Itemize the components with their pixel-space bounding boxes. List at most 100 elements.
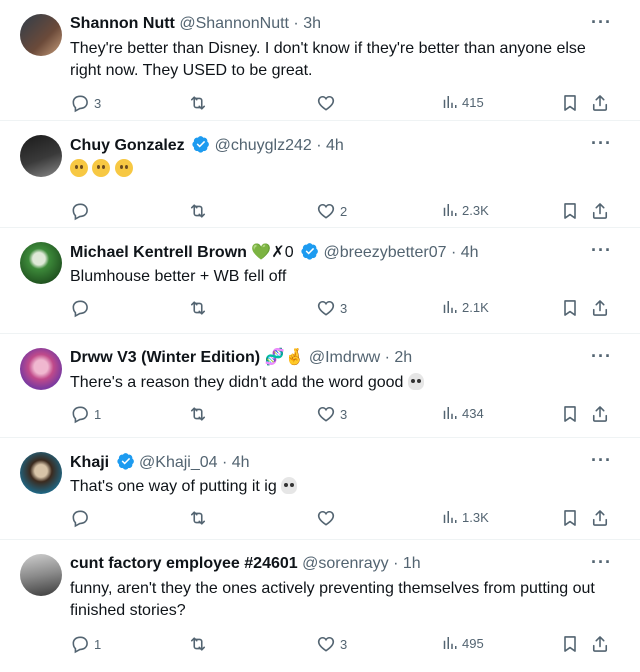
views-button[interactable]: 2.1K xyxy=(440,298,489,316)
views-icon xyxy=(440,404,458,422)
reply-icon xyxy=(70,93,90,113)
more-options-icon[interactable]: ··· xyxy=(591,241,612,259)
avatar[interactable] xyxy=(20,14,62,56)
more-options-icon[interactable]: ··· xyxy=(591,553,612,571)
bookmark-button[interactable] xyxy=(560,404,580,424)
tweet-header: Drww V3 (Winter Edition) 🧬🤞 @Imdrww · 2h xyxy=(70,348,590,368)
tweet-text-content: That's one way of putting it ig xyxy=(70,478,277,495)
display-name[interactable]: Michael Kentrell Brown xyxy=(70,244,247,261)
tweet[interactable]: Chuy Gonzalez @chuyglz242 · 4h ··· 2 2.3… xyxy=(0,121,640,228)
views-button[interactable]: 495 xyxy=(440,634,484,652)
tweet[interactable]: Khaji @Khaji_04 · 4h ··· That's one way … xyxy=(0,438,640,540)
share-button[interactable] xyxy=(590,404,610,424)
reply-button[interactable]: 1 xyxy=(70,634,101,654)
like-button[interactable]: 2 xyxy=(316,201,347,221)
retweet-button[interactable] xyxy=(188,298,208,318)
bookmark-button[interactable] xyxy=(560,634,580,654)
retweet-button[interactable] xyxy=(188,201,208,221)
reply-button[interactable] xyxy=(70,298,90,318)
display-name[interactable]: Shannon Nutt xyxy=(70,15,175,32)
share-button[interactable] xyxy=(590,634,610,654)
views-button[interactable]: 1.3K xyxy=(440,508,489,526)
handle-time[interactable]: @Imdrww · 2h xyxy=(309,349,412,366)
avatar[interactable] xyxy=(20,242,62,284)
tweet-header: Khaji @Khaji_04 · 4h xyxy=(70,452,590,473)
tweet[interactable]: cunt factory employee #24601 @sorenrayy … xyxy=(0,540,640,672)
tweet-header: Shannon Nutt @ShannonNutt · 3h xyxy=(70,14,590,34)
views-count: 495 xyxy=(462,635,484,651)
share-icon xyxy=(590,508,610,528)
tweet[interactable]: Michael Kentrell Brown 💚✗0 @breezybetter… xyxy=(0,228,640,334)
like-button[interactable]: 3 xyxy=(316,298,347,318)
tweet-text: They're better than Disney. I don't know… xyxy=(70,38,616,82)
share-button[interactable] xyxy=(590,508,610,528)
tweet[interactable]: Shannon Nutt @ShannonNutt · 3h ··· They'… xyxy=(0,0,640,121)
views-button[interactable]: 2.3K xyxy=(440,201,489,219)
more-options-icon[interactable]: ··· xyxy=(591,134,612,152)
heart-icon xyxy=(316,298,336,318)
handle-time[interactable]: @chuyglz242 · 4h xyxy=(215,137,344,154)
handle-time[interactable]: @Khaji_04 · 4h xyxy=(139,454,250,471)
more-options-icon[interactable]: ··· xyxy=(591,13,612,31)
share-button[interactable] xyxy=(590,298,610,318)
share-button[interactable] xyxy=(590,93,610,113)
avatar[interactable] xyxy=(20,348,62,390)
tweet-text: funny, aren't they the ones actively pre… xyxy=(70,578,616,622)
share-icon xyxy=(590,298,610,318)
heart-icon xyxy=(316,93,336,113)
handle-time[interactable]: @sorenrayy · 1h xyxy=(302,555,421,572)
heart-icon xyxy=(316,201,336,221)
avatar[interactable] xyxy=(20,452,62,494)
reply-button[interactable]: 3 xyxy=(70,93,101,113)
like-button[interactable] xyxy=(316,93,336,113)
name-emoji-suffix: 🧬🤞 xyxy=(264,349,305,366)
display-name[interactable]: cunt factory employee #24601 xyxy=(70,555,298,572)
views-count: 2.3K xyxy=(462,202,489,218)
like-button[interactable] xyxy=(316,508,336,528)
reply-button[interactable] xyxy=(70,201,90,221)
retweet-button[interactable] xyxy=(188,508,208,528)
tweet[interactable]: Drww V3 (Winter Edition) 🧬🤞 @Imdrww · 2h… xyxy=(0,334,640,438)
like-count: 2 xyxy=(340,203,348,219)
retweet-icon xyxy=(188,404,208,424)
share-button[interactable] xyxy=(590,201,610,221)
views-icon xyxy=(440,93,458,111)
views-icon xyxy=(440,634,458,652)
retweet-icon xyxy=(188,634,208,654)
display-name[interactable]: Chuy Gonzalez xyxy=(70,137,185,154)
handle-time[interactable]: @ShannonNutt · 3h xyxy=(179,15,321,32)
bookmark-icon xyxy=(560,634,580,654)
bookmark-button[interactable] xyxy=(560,298,580,318)
verified-badge-icon[interactable] xyxy=(301,242,319,260)
action-bar: 1 3 495 xyxy=(70,634,616,656)
like-button[interactable]: 3 xyxy=(316,634,347,654)
display-name[interactable]: Khaji xyxy=(70,454,109,471)
display-name[interactable]: Drww V3 (Winter Edition) xyxy=(70,349,260,366)
bookmark-icon xyxy=(560,298,580,318)
verified-badge-icon[interactable] xyxy=(117,452,135,470)
bookmark-button[interactable] xyxy=(560,201,580,221)
views-button[interactable]: 415 xyxy=(440,93,484,111)
reply-icon xyxy=(70,298,90,318)
avatar[interactable] xyxy=(20,554,62,596)
verified-badge-icon[interactable] xyxy=(192,135,210,153)
action-bar: 1.3K xyxy=(70,508,616,530)
bookmark-button[interactable] xyxy=(560,508,580,528)
like-count: 3 xyxy=(340,406,348,422)
action-bar: 3 2.1K xyxy=(70,298,616,320)
avatar[interactable] xyxy=(20,135,62,177)
reply-button[interactable]: 1 xyxy=(70,404,101,424)
more-options-icon[interactable]: ··· xyxy=(591,451,612,469)
like-button[interactable]: 3 xyxy=(316,404,347,424)
more-options-icon[interactable]: ··· xyxy=(591,347,612,365)
retweet-button[interactable] xyxy=(188,93,208,113)
tweet-text: There's a reason they didn't add the wor… xyxy=(70,372,616,394)
bookmark-button[interactable] xyxy=(560,93,580,113)
retweet-button[interactable] xyxy=(188,634,208,654)
retweet-button[interactable] xyxy=(188,404,208,424)
views-button[interactable]: 434 xyxy=(440,404,484,422)
reply-button[interactable] xyxy=(70,508,90,528)
handle-time[interactable]: @breezybetter07 · 4h xyxy=(324,244,479,261)
bookmark-icon xyxy=(560,93,580,113)
heart-icon xyxy=(316,634,336,654)
